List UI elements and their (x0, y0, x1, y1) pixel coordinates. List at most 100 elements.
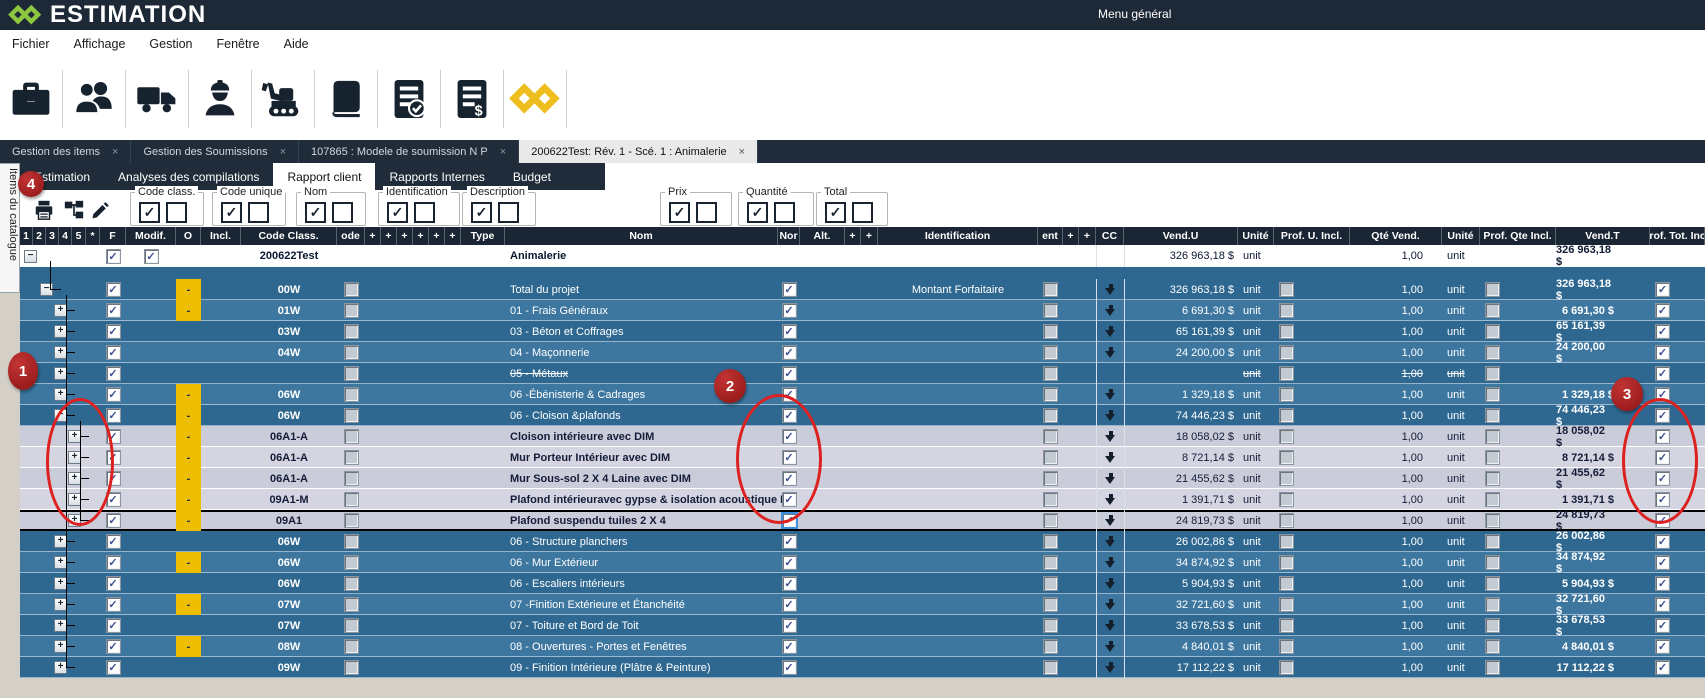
cell-profu[interactable] (1274, 279, 1350, 300)
brand-icon[interactable] (504, 67, 566, 131)
cell-f[interactable] (100, 615, 126, 636)
cell-profq[interactable] (1480, 279, 1556, 300)
checkbox[interactable] (1043, 450, 1058, 465)
checkbox[interactable] (106, 282, 121, 297)
cell-ent[interactable] (1038, 363, 1063, 384)
checkbox[interactable] (344, 345, 359, 360)
checkbox[interactable] (1655, 639, 1670, 654)
checkbox[interactable] (1279, 408, 1294, 423)
cc-arrow-icon[interactable] (1105, 578, 1116, 590)
cell-nor[interactable] (778, 426, 800, 447)
filter-checkbox-on[interactable] (669, 202, 690, 223)
checkbox[interactable] (106, 576, 121, 591)
cell-profu[interactable] (1274, 245, 1350, 267)
checkbox[interactable] (1485, 429, 1500, 444)
cell-ent[interactable] (1038, 245, 1063, 267)
side-tab-items-catalogue[interactable]: Items du catalogue (0, 163, 20, 293)
cell-profu[interactable] (1274, 300, 1350, 321)
cc-arrow-icon[interactable] (1105, 494, 1116, 506)
checkbox[interactable] (344, 471, 359, 486)
checkbox[interactable] (1043, 366, 1058, 381)
doc-tab-2[interactable]: 107865 : Modele de soumission N P × (299, 140, 519, 163)
cell-modif[interactable] (126, 510, 176, 531)
filter-checkbox-on[interactable] (305, 202, 326, 223)
cell-ent[interactable] (1038, 405, 1063, 426)
cc-arrow-icon[interactable] (1105, 557, 1116, 569)
cell-ent[interactable] (1038, 531, 1063, 552)
cell-f[interactable] (100, 321, 126, 342)
checkbox[interactable] (344, 513, 359, 528)
close-icon[interactable]: × (112, 146, 118, 158)
cell-ode[interactable] (337, 447, 365, 468)
cc-arrow-icon[interactable] (1105, 662, 1116, 674)
checkbox[interactable] (106, 492, 121, 507)
cell-ent[interactable] (1038, 279, 1063, 300)
document-dollar-icon[interactable]: $ (441, 67, 503, 131)
filter-checkbox-on[interactable] (825, 202, 846, 223)
cell-f[interactable] (100, 657, 126, 678)
filter-checkbox-on[interactable] (471, 202, 492, 223)
table-row[interactable]: +06W06 - Structure planchers26 002,86 $u… (20, 531, 1705, 552)
cc-arrow-icon[interactable] (1105, 431, 1116, 443)
cell-profq[interactable] (1480, 573, 1556, 594)
cell-nor[interactable] (778, 657, 800, 678)
checkbox[interactable] (1485, 597, 1500, 612)
cell-ode[interactable] (337, 552, 365, 573)
cell-profu[interactable] (1274, 615, 1350, 636)
checkbox[interactable] (1655, 576, 1670, 591)
checkbox[interactable] (344, 408, 359, 423)
checkbox[interactable] (1655, 492, 1670, 507)
checkbox[interactable] (1043, 618, 1058, 633)
filter-checkbox-off[interactable] (248, 202, 269, 223)
checkbox[interactable] (1655, 534, 1670, 549)
cell-nor[interactable] (778, 405, 800, 426)
checkbox[interactable] (344, 324, 359, 339)
checkbox[interactable] (1043, 597, 1058, 612)
menu-item-2[interactable]: Gestion (137, 37, 204, 51)
checkbox[interactable] (1655, 366, 1670, 381)
checkbox[interactable] (1279, 303, 1294, 318)
checkbox[interactable] (1043, 282, 1058, 297)
checkbox[interactable] (1485, 492, 1500, 507)
cell-ent[interactable] (1038, 342, 1063, 363)
cell-ode[interactable] (337, 636, 365, 657)
book-icon[interactable] (315, 67, 377, 131)
cell-ent[interactable] (1038, 657, 1063, 678)
cc-arrow-icon[interactable] (1105, 620, 1116, 632)
cell-f[interactable] (100, 636, 126, 657)
cell-ent[interactable] (1038, 468, 1063, 489)
cell-ode[interactable] (337, 279, 365, 300)
checkbox[interactable] (782, 303, 797, 318)
cell-profq[interactable] (1480, 384, 1556, 405)
cell-f[interactable] (100, 405, 126, 426)
cell-ent[interactable] (1038, 300, 1063, 321)
cell-ode[interactable] (337, 573, 365, 594)
cell-profu[interactable] (1274, 447, 1350, 468)
cell-ode[interactable] (337, 657, 365, 678)
checkbox[interactable] (1279, 366, 1294, 381)
cell-ent[interactable] (1038, 573, 1063, 594)
cell-ent[interactable] (1038, 552, 1063, 573)
table-row[interactable]: +06W06 - Escaliers intérieurs5 904,93 $u… (20, 573, 1705, 594)
cell-profu[interactable] (1274, 426, 1350, 447)
cc-arrow-icon[interactable] (1105, 326, 1116, 338)
checkbox[interactable] (1279, 513, 1294, 528)
cell-f[interactable] (100, 279, 126, 300)
filter-checkbox-off[interactable] (696, 202, 717, 223)
filter-checkbox-off[interactable] (852, 202, 873, 223)
cell-modif[interactable] (126, 405, 176, 426)
checkbox[interactable] (1043, 576, 1058, 591)
checkbox[interactable] (1043, 513, 1058, 528)
cell-cc[interactable] (1096, 279, 1124, 300)
cell-proft[interactable] (1650, 636, 1705, 657)
cell-ode[interactable] (337, 489, 365, 510)
cell-profu[interactable] (1274, 321, 1350, 342)
checkbox[interactable] (1485, 324, 1500, 339)
cell-nor[interactable] (778, 468, 800, 489)
checkbox[interactable] (1655, 471, 1670, 486)
checkbox[interactable] (106, 513, 121, 528)
cell-modif[interactable] (126, 615, 176, 636)
hierarchy-icon[interactable] (62, 198, 86, 222)
checkbox[interactable] (782, 639, 797, 654)
checkbox[interactable] (1485, 618, 1500, 633)
